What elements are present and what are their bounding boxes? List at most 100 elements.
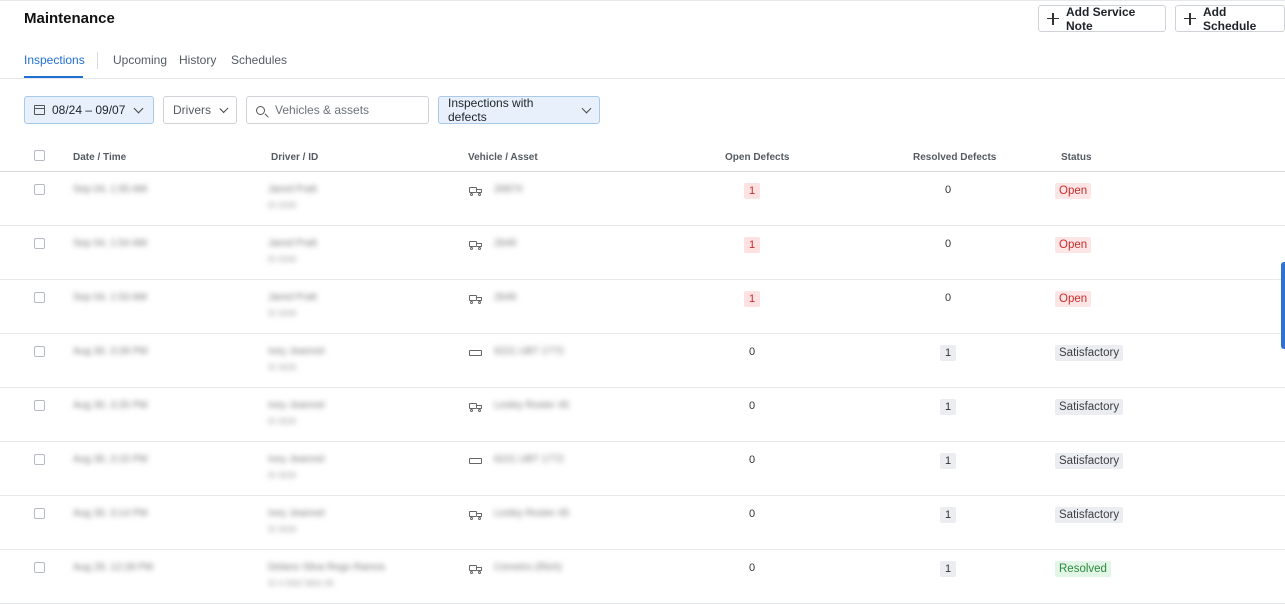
- inspection-date-time: Aug 29, 12:28 PM: [73, 562, 154, 573]
- open-defects-count: 0: [749, 346, 756, 358]
- vehicle-name: 2649: [494, 292, 517, 303]
- truck-icon: [469, 402, 483, 412]
- inspection-date-time: Aug 30, 3:14 PM: [73, 508, 148, 519]
- row-checkbox[interactable]: [34, 454, 45, 465]
- open-defects-count: 1: [744, 183, 761, 199]
- driver-name: Jared Pratt: [268, 292, 317, 303]
- add-service-note-button[interactable]: Add Service Note: [1038, 4, 1166, 33]
- status-badge: Open: [1055, 183, 1092, 199]
- trailer-icon: [469, 456, 483, 466]
- open-defects-count: 1: [744, 237, 761, 253]
- row-checkbox[interactable]: [34, 508, 45, 519]
- row-checkbox[interactable]: [34, 400, 45, 411]
- driver-name: Delano Silva Rego Ramos: [268, 562, 386, 573]
- search-input[interactable]: [275, 103, 415, 117]
- row-checkbox[interactable]: [34, 346, 45, 357]
- resolved-defects-count: 0: [945, 184, 952, 196]
- select-all-checkbox[interactable]: [34, 150, 45, 161]
- add-schedule-button[interactable]: Add Schedule: [1175, 4, 1285, 33]
- resolved-defects-count: 1: [940, 453, 957, 469]
- column-date-time[interactable]: Date / Time: [73, 152, 126, 163]
- calendar-icon: [34, 105, 45, 115]
- active-tab-indicator: [24, 76, 83, 78]
- driver-id: ID 2049: [268, 309, 297, 318]
- vehicle-name: Lesley Roster 45: [494, 508, 570, 519]
- driver-name: Jared Pratt: [268, 238, 317, 249]
- row-checkbox[interactable]: [34, 562, 45, 573]
- column-status[interactable]: Status: [1061, 152, 1092, 163]
- table-row[interactable]: Aug 30, 3:15 PM Ivey Jeannet ID 3026 622…: [0, 441, 1285, 496]
- inspection-date-time: Aug 30, 3:28 PM: [73, 346, 148, 357]
- status-badge: Open: [1055, 237, 1092, 253]
- table-row[interactable]: Sep 04, 1:54 AM Jared Pratt ID 2049 2649…: [0, 225, 1285, 280]
- date-range-filter[interactable]: 08/24 – 09/07: [24, 96, 154, 124]
- tab-upcoming[interactable]: Upcoming: [113, 53, 167, 67]
- drivers-filter[interactable]: Drivers: [163, 96, 237, 124]
- chevron-down-icon: [219, 103, 229, 114]
- driver-id: ID 4 5562 9841 85: [268, 579, 334, 588]
- driver-name: Jared Pratt: [268, 184, 317, 195]
- vehicle-name: Lesley Roster 45: [494, 400, 570, 411]
- truck-icon: [469, 510, 483, 520]
- table-row[interactable]: Aug 30, 3:25 PM Ivey Jeannet ID 3026 Les…: [0, 387, 1285, 442]
- driver-name: Ivey Jeannet: [268, 454, 325, 465]
- driver-id: ID 2049: [268, 255, 297, 264]
- tab-history[interactable]: History: [179, 53, 216, 67]
- trailer-icon: [469, 348, 483, 358]
- plus-icon: [1047, 12, 1059, 25]
- driver-name: Ivey Jeannet: [268, 346, 325, 357]
- resolved-defects-count: 0: [945, 238, 952, 250]
- table-row[interactable]: Sep 04, 1:53 AM Jared Pratt ID 2049 2649…: [0, 279, 1285, 334]
- scrollbar-handle[interactable]: [1281, 262, 1285, 349]
- chevron-down-icon: [581, 103, 592, 114]
- status-badge: Satisfactory: [1055, 399, 1124, 415]
- inspection-date-time: Sep 04, 1:55 AM: [73, 184, 147, 195]
- table-row[interactable]: Aug 30, 3:14 PM Ivey Jeannet ID 3026 Les…: [0, 495, 1285, 550]
- resolved-defects-count: 1: [940, 399, 957, 415]
- table-row[interactable]: Aug 29, 12:28 PM Delano Silva Rego Ramos…: [0, 549, 1285, 604]
- truck-icon: [469, 240, 483, 250]
- driver-name: Ivey Jeannet: [268, 400, 325, 411]
- column-vehicle-asset[interactable]: Vehicle / Asset: [468, 152, 538, 163]
- resolved-defects-count: 1: [940, 561, 957, 577]
- driver-id: ID 3026: [268, 525, 297, 534]
- row-checkbox[interactable]: [34, 292, 45, 303]
- table-row[interactable]: Sep 04, 1:55 AM Jared Pratt ID 2049 2687…: [0, 171, 1285, 226]
- driver-name: Ivey Jeannet: [268, 508, 325, 519]
- row-checkbox[interactable]: [34, 184, 45, 195]
- add-schedule-label: Add Schedule: [1202, 4, 1257, 33]
- driver-id: ID 3026: [268, 471, 297, 480]
- table-row[interactable]: Aug 30, 3:28 PM Ivey Jeannet ID 3026 622…: [0, 333, 1285, 388]
- column-resolved-defects[interactable]: Resolved Defects: [913, 152, 996, 163]
- column-open-defects[interactable]: Open Defects: [725, 152, 789, 163]
- open-defects-count: 0: [749, 562, 756, 574]
- truck-icon: [469, 186, 483, 196]
- add-service-note-label: Add Service Note: [1065, 4, 1136, 33]
- vehicle-name: 6221 UBT 1772: [494, 454, 564, 465]
- search-icon: [256, 105, 265, 115]
- open-defects-count: 1: [744, 291, 761, 307]
- inspection-date-time: Sep 04, 1:54 AM: [73, 238, 147, 249]
- defects-filter-label: Inspections with defects: [448, 96, 534, 124]
- chevron-down-icon: [133, 103, 144, 114]
- vehicle-name: 6221 UBT 1772: [494, 346, 564, 357]
- driver-id: ID 3026: [268, 363, 297, 372]
- drivers-label: Drivers: [173, 103, 211, 117]
- truck-icon: [469, 564, 483, 574]
- defects-filter[interactable]: Inspections with defects: [438, 96, 600, 124]
- inspection-date-time: Sep 04, 1:53 AM: [73, 292, 147, 303]
- status-badge: Satisfactory: [1055, 453, 1124, 469]
- inspection-date-time: Aug 30, 3:25 PM: [73, 400, 148, 411]
- status-badge: Open: [1055, 291, 1092, 307]
- column-driver-id[interactable]: Driver / ID: [271, 152, 318, 163]
- inspection-date-time: Aug 30, 3:15 PM: [73, 454, 148, 465]
- tab-schedules[interactable]: Schedules: [231, 53, 287, 67]
- vehicle-name: 2649: [494, 238, 517, 249]
- tab-inspections[interactable]: Inspections: [24, 53, 85, 67]
- open-defects-count: 0: [749, 454, 756, 466]
- plus-icon: [1184, 12, 1196, 25]
- row-checkbox[interactable]: [34, 238, 45, 249]
- page-title: Maintenance: [24, 10, 115, 27]
- date-range-label: 08/24 – 09/07: [52, 103, 126, 117]
- status-badge: Satisfactory: [1055, 507, 1124, 523]
